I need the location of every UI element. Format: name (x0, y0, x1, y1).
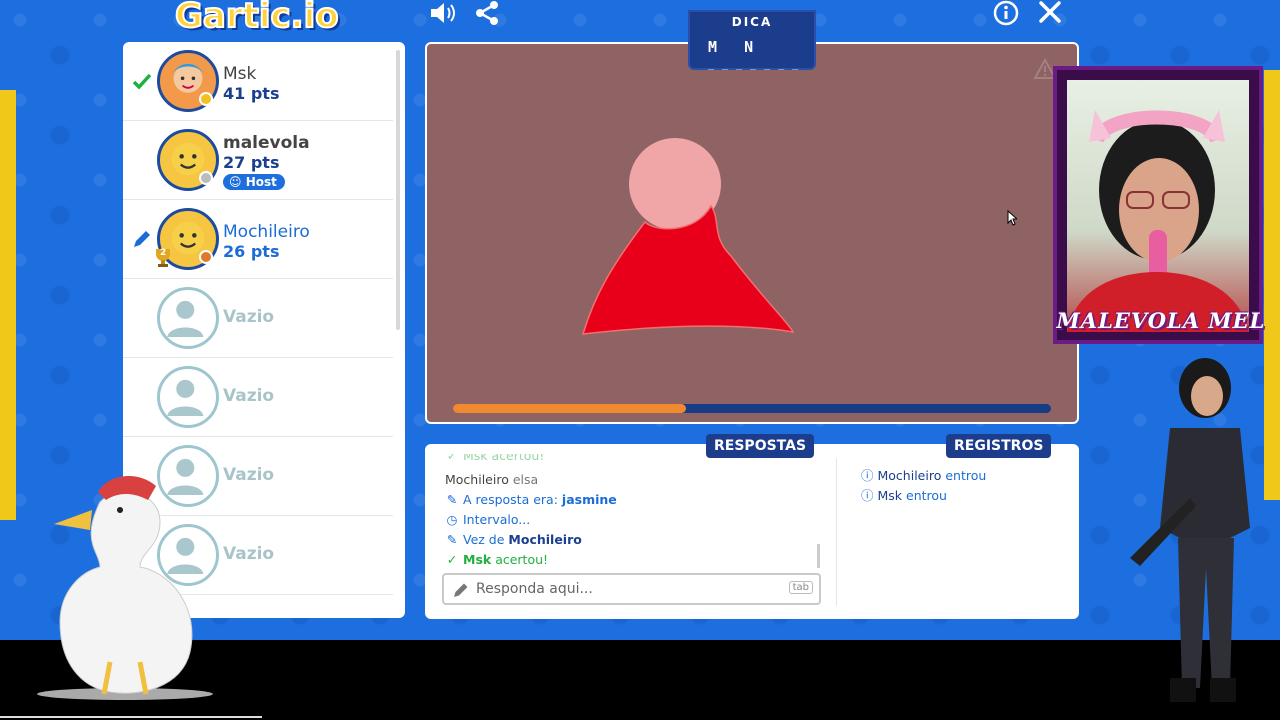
chat-message: Mochileiro elsa (445, 472, 538, 487)
empty-slot-label: Vazio (223, 307, 275, 327)
status-dot (199, 171, 213, 185)
webcam-video (1067, 80, 1249, 332)
chat-text: elsa (512, 472, 539, 487)
left-side-banner (0, 90, 16, 520)
player-points: 27 pts (223, 153, 280, 172)
info-icon[interactable] (993, 0, 1019, 26)
log-entry: ⓘ Mochileiro entrou (861, 465, 986, 484)
chat-answer: jasmine (561, 492, 617, 507)
empty-slot-label: Vazio (223, 386, 275, 406)
chat-user: Mochileiro (508, 532, 582, 547)
hint-title: DICA (731, 15, 773, 29)
speaker-icon[interactable] (428, 0, 458, 26)
smile-icon: ☺ (229, 175, 242, 189)
players-scrollbar[interactable] (396, 50, 400, 330)
empty-slot: Vazio (123, 279, 393, 358)
empty-slot-label: Vazio (223, 544, 275, 564)
answer-input[interactable] (476, 578, 776, 600)
status-dot (199, 92, 213, 106)
drawing-content (581, 138, 795, 335)
tab-answers[interactable]: RESPOSTAS (706, 434, 815, 458)
bottom-line (0, 716, 262, 718)
hint-box: DICA M N _ _ _ _ _ _ _ (688, 10, 816, 70)
tab-key-hint: tab (788, 581, 813, 594)
drawing-canvas[interactable] (425, 42, 1079, 424)
answer-field[interactable]: tab (442, 573, 821, 605)
chat-user: Mochileiro (445, 472, 509, 487)
pencil-icon: ✎ (446, 532, 458, 547)
chat-message-partial: ✓ Msk acertou! (446, 454, 545, 463)
player-row: 2 Mochileiro 26 pts (123, 200, 393, 279)
empty-slot-label: Vazio (223, 465, 275, 485)
mouse-cursor (1007, 209, 1019, 226)
chat-text: Intervalo... (463, 512, 531, 527)
chat-message: ✎ A resposta era: jasmine (445, 492, 617, 507)
pencil-icon (131, 228, 153, 250)
duck-sticker (30, 462, 220, 702)
character-figure (1110, 358, 1280, 708)
player-row: malevola 27 pts ☺ Host (123, 121, 393, 200)
player-row: Msk 41 pts (123, 42, 393, 121)
log-text: entrou (945, 468, 987, 483)
rank-number: 2 (160, 248, 167, 258)
log-user: Mochileiro (877, 468, 942, 483)
webcam-label: MALEVOLA MEL (1056, 308, 1266, 333)
panel-divider (836, 458, 837, 606)
status-dot (199, 250, 213, 264)
player-points: 41 pts (223, 84, 280, 103)
log-text: entrou (906, 488, 947, 503)
player-name: Mochileiro (223, 222, 310, 242)
chat-message: ◷ Intervalo... (445, 512, 531, 527)
chat-message: ✓ Msk acertou! (445, 552, 548, 567)
log-entry: ⓘ Msk entrou (861, 485, 947, 504)
hint-letters: M N (708, 38, 757, 56)
player-points: 26 pts (223, 242, 280, 261)
clock-icon: ◷ (446, 512, 458, 527)
chat-panel: ✓ Msk acertou! Mochileiro elsa ✎ A respost… (425, 444, 1079, 619)
check-icon: ✓ (446, 552, 458, 567)
close-icon[interactable] (1037, 0, 1063, 26)
progress-fill (453, 404, 687, 413)
player-name: Msk (223, 64, 257, 84)
trophy-icon: 2 (151, 246, 175, 270)
chat-text: acertou! (495, 552, 549, 567)
gartic-logo: Gartic.io (174, 0, 340, 37)
log-user: Msk (877, 488, 903, 503)
tab-logs[interactable]: REGISTROS (946, 434, 1052, 458)
chat-text: A resposta era: (463, 492, 558, 507)
chat-user: Msk (463, 552, 492, 567)
hint-blanks: _ _ _ _ _ _ _ (708, 59, 800, 70)
pencil-icon (452, 581, 470, 599)
chat-text: Vez de (463, 532, 505, 547)
empty-slot: Vazio (123, 358, 393, 437)
host-badge: ☺ Host (223, 174, 285, 190)
avatar (157, 287, 219, 349)
avatar (157, 366, 219, 428)
round-progress-bar (453, 404, 1051, 413)
player-name: malevola (223, 133, 310, 153)
chat-scrollbar[interactable] (817, 544, 820, 568)
chat-message: ✎ Vez de Mochileiro (445, 532, 582, 547)
webcam-overlay: MALEVOLA MEL (1053, 66, 1264, 344)
share-icon[interactable] (474, 0, 500, 26)
pencil-icon: ✎ (446, 492, 458, 507)
check-icon (131, 70, 153, 92)
info-icon: ⓘ (861, 468, 874, 483)
host-label: Host (245, 175, 277, 189)
info-icon: ⓘ (861, 488, 874, 503)
